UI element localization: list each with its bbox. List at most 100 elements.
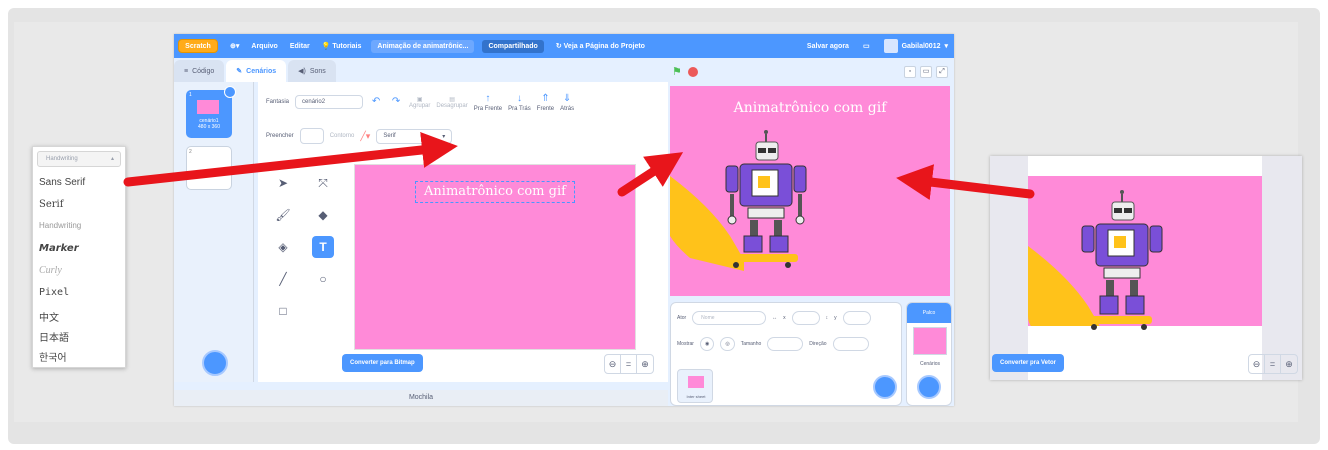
font-dropdown-header[interactable]: Handwriting ▴ xyxy=(37,151,121,167)
size-input[interactable] xyxy=(767,337,804,351)
zoom-out-icon[interactable]: ⊖ xyxy=(605,355,621,373)
undo-icon[interactable]: ↶ xyxy=(369,95,383,109)
font-option-korean[interactable]: 한국어 xyxy=(39,349,67,364)
add-backdrop-button[interactable] xyxy=(202,350,228,376)
show-visible-icon[interactable]: ◉ xyxy=(699,337,715,351)
stop-icon[interactable] xyxy=(688,67,698,77)
speaker-icon: ◀) xyxy=(298,68,306,75)
front-label: Frente xyxy=(536,106,555,112)
globe-icon[interactable]: ⊕▾ xyxy=(230,42,239,50)
convert-to-vector-button[interactable]: Converter pra Vetor xyxy=(992,354,1065,372)
green-flag-icon[interactable]: ⚑ xyxy=(672,67,682,78)
stage[interactable]: Animatrônico com gif xyxy=(670,86,950,296)
font-option-sans-serif[interactable]: Sans Serif xyxy=(39,177,85,188)
costume-name-input[interactable]: cenário2 xyxy=(295,95,364,109)
arrow-bottom-icon: ⇓ xyxy=(562,93,572,104)
zoom-reset-icon[interactable]: = xyxy=(1265,355,1281,373)
outline-label: Contorno xyxy=(329,133,355,139)
folder-icon[interactable]: ▭ xyxy=(863,42,870,50)
hide-visible-icon[interactable]: ◎ xyxy=(720,337,735,351)
backpack-bar[interactable]: Mochila xyxy=(174,390,668,406)
font-option-chinese[interactable]: 中文 xyxy=(39,309,59,324)
zoom-in-icon[interactable]: ⊕ xyxy=(1281,355,1297,373)
trash-icon[interactable] xyxy=(224,86,236,98)
forward-button[interactable]: ↑ Pra Frente xyxy=(474,92,502,112)
actor-name-input[interactable]: Nome xyxy=(692,311,767,325)
fill-label: Preencher xyxy=(266,133,294,139)
ungroup-button[interactable]: ▤ Desagrupar xyxy=(436,96,467,109)
menu-file[interactable]: Arquivo xyxy=(251,43,277,50)
back-button[interactable]: ⇓ Atrás xyxy=(560,92,574,112)
costume-index: 2 xyxy=(189,149,192,155)
fullscreen-icon[interactable]: ⤢ xyxy=(936,66,948,78)
paint-toolbar-row1: Fantasia cenário2 ↶ ↷ ▣ Agrupar ▤ Desagrup… xyxy=(266,92,574,112)
tab-code[interactable]: ≡ Código xyxy=(174,60,225,82)
font-option-pixel[interactable]: Pixel xyxy=(39,287,69,298)
group-icon: ▣ xyxy=(416,96,423,103)
font-option-handwriting[interactable]: Handwriting xyxy=(39,221,81,230)
fill-tool-icon[interactable]: ◈ xyxy=(272,236,294,258)
y-label: y xyxy=(834,315,837,321)
share-button[interactable]: Compartilhado xyxy=(482,39,544,53)
font-select[interactable]: Serif ▾ xyxy=(376,128,453,144)
eraser-tool-icon[interactable]: ◆ xyxy=(312,204,334,226)
outline-color-picker[interactable]: ╱▾ xyxy=(360,131,370,142)
scratch-logo[interactable]: Scratch xyxy=(178,39,218,53)
font-option-curly[interactable]: Curly xyxy=(39,265,62,276)
canvas-text-object[interactable]: Animatrônico com gif xyxy=(415,181,575,203)
text-tool-icon[interactable]: T xyxy=(312,236,334,258)
large-stage-icon[interactable]: ▭ xyxy=(920,66,932,78)
robot-sprite[interactable] xyxy=(670,86,950,296)
group-button[interactable]: ▣ Agrupar xyxy=(409,96,430,109)
tab-costumes[interactable]: ✎ Cenários xyxy=(226,60,287,82)
tab-sounds[interactable]: ◀) Sons xyxy=(288,60,336,82)
tab-code-label: Código xyxy=(192,67,215,75)
stage-thumbnail[interactable] xyxy=(913,327,947,355)
backward-button[interactable]: ↓ Pra Trás xyxy=(508,92,531,112)
line-tool-icon[interactable]: ╱ xyxy=(272,268,294,290)
bitmap-editor-view: Converter pra Vetor ⊖ = ⊕ xyxy=(990,156,1302,380)
user-menu[interactable]: Gabilal0012 ▾ xyxy=(883,39,948,53)
menu-tutorials[interactable]: 💡 Tutoriais xyxy=(322,42,362,50)
convert-to-bitmap-button[interactable]: Converter para Bitmap xyxy=(342,354,423,372)
zoom-out-icon[interactable]: ⊖ xyxy=(1249,355,1265,373)
menu-edit[interactable]: Editar xyxy=(290,43,310,50)
zoom-reset-icon[interactable]: = xyxy=(621,355,637,373)
zoom-in-icon[interactable]: ⊕ xyxy=(637,355,653,373)
select-tool-icon[interactable]: ➤ xyxy=(272,172,294,194)
font-option-serif[interactable]: Serif xyxy=(39,199,63,210)
reshape-tool-icon[interactable]: ⤧ xyxy=(312,172,334,194)
front-button[interactable]: ⇑ Frente xyxy=(537,92,554,112)
direction-input[interactable] xyxy=(832,337,869,351)
rectangle-tool-icon[interactable]: □ xyxy=(272,300,294,322)
sprite-thumbnail[interactable]: Inter sheet xyxy=(677,369,713,403)
bitmap-canvas[interactable] xyxy=(1028,176,1262,350)
add-backdrop-stage-button[interactable] xyxy=(917,375,941,399)
add-sprite-button[interactable] xyxy=(873,375,897,399)
arrow-top-icon: ⇑ xyxy=(541,93,550,104)
brush-tool-icon[interactable]: 🖌 xyxy=(272,204,294,226)
backdrops-label: Cenários xyxy=(919,361,940,367)
small-stage-icon[interactable]: ▫ xyxy=(904,66,916,78)
redo-icon[interactable]: ↷ xyxy=(389,95,403,109)
font-option-japanese[interactable]: 日本語 xyxy=(39,329,69,344)
costume-item-1[interactable]: 1 cenário1 480 x 360 xyxy=(186,86,236,138)
font-option-marker[interactable]: Marker xyxy=(39,243,79,254)
stage-panel-header: Palco xyxy=(907,303,951,323)
chevron-down-icon: ▾ xyxy=(944,43,948,50)
ungroup-icon: ▤ xyxy=(449,96,455,103)
group-label: Agrupar xyxy=(409,102,431,109)
save-now-button[interactable]: Salvar agora xyxy=(807,43,849,50)
see-project-page-button[interactable]: ↻ Veja a Página do Projeto xyxy=(556,42,645,50)
y-input[interactable] xyxy=(842,311,871,325)
scratch-editor: Scratch ⊕▾ Arquivo Editar 💡 Tutoriais An… xyxy=(174,34,954,406)
paint-canvas[interactable]: Animatrônico com gif xyxy=(354,164,636,350)
costume-item-2[interactable]: 2 xyxy=(186,146,232,190)
project-title-input[interactable]: Animação de animatrônic... xyxy=(371,39,475,53)
circle-tool-icon[interactable]: ○ xyxy=(312,268,334,290)
fill-color-picker[interactable] xyxy=(299,128,324,144)
x-input[interactable] xyxy=(791,311,820,325)
costume-list: 1 cenário1 480 x 360 2 xyxy=(174,82,254,382)
stage-panel[interactable]: Palco Cenários xyxy=(906,302,952,406)
code-icon: ≡ xyxy=(184,67,189,75)
